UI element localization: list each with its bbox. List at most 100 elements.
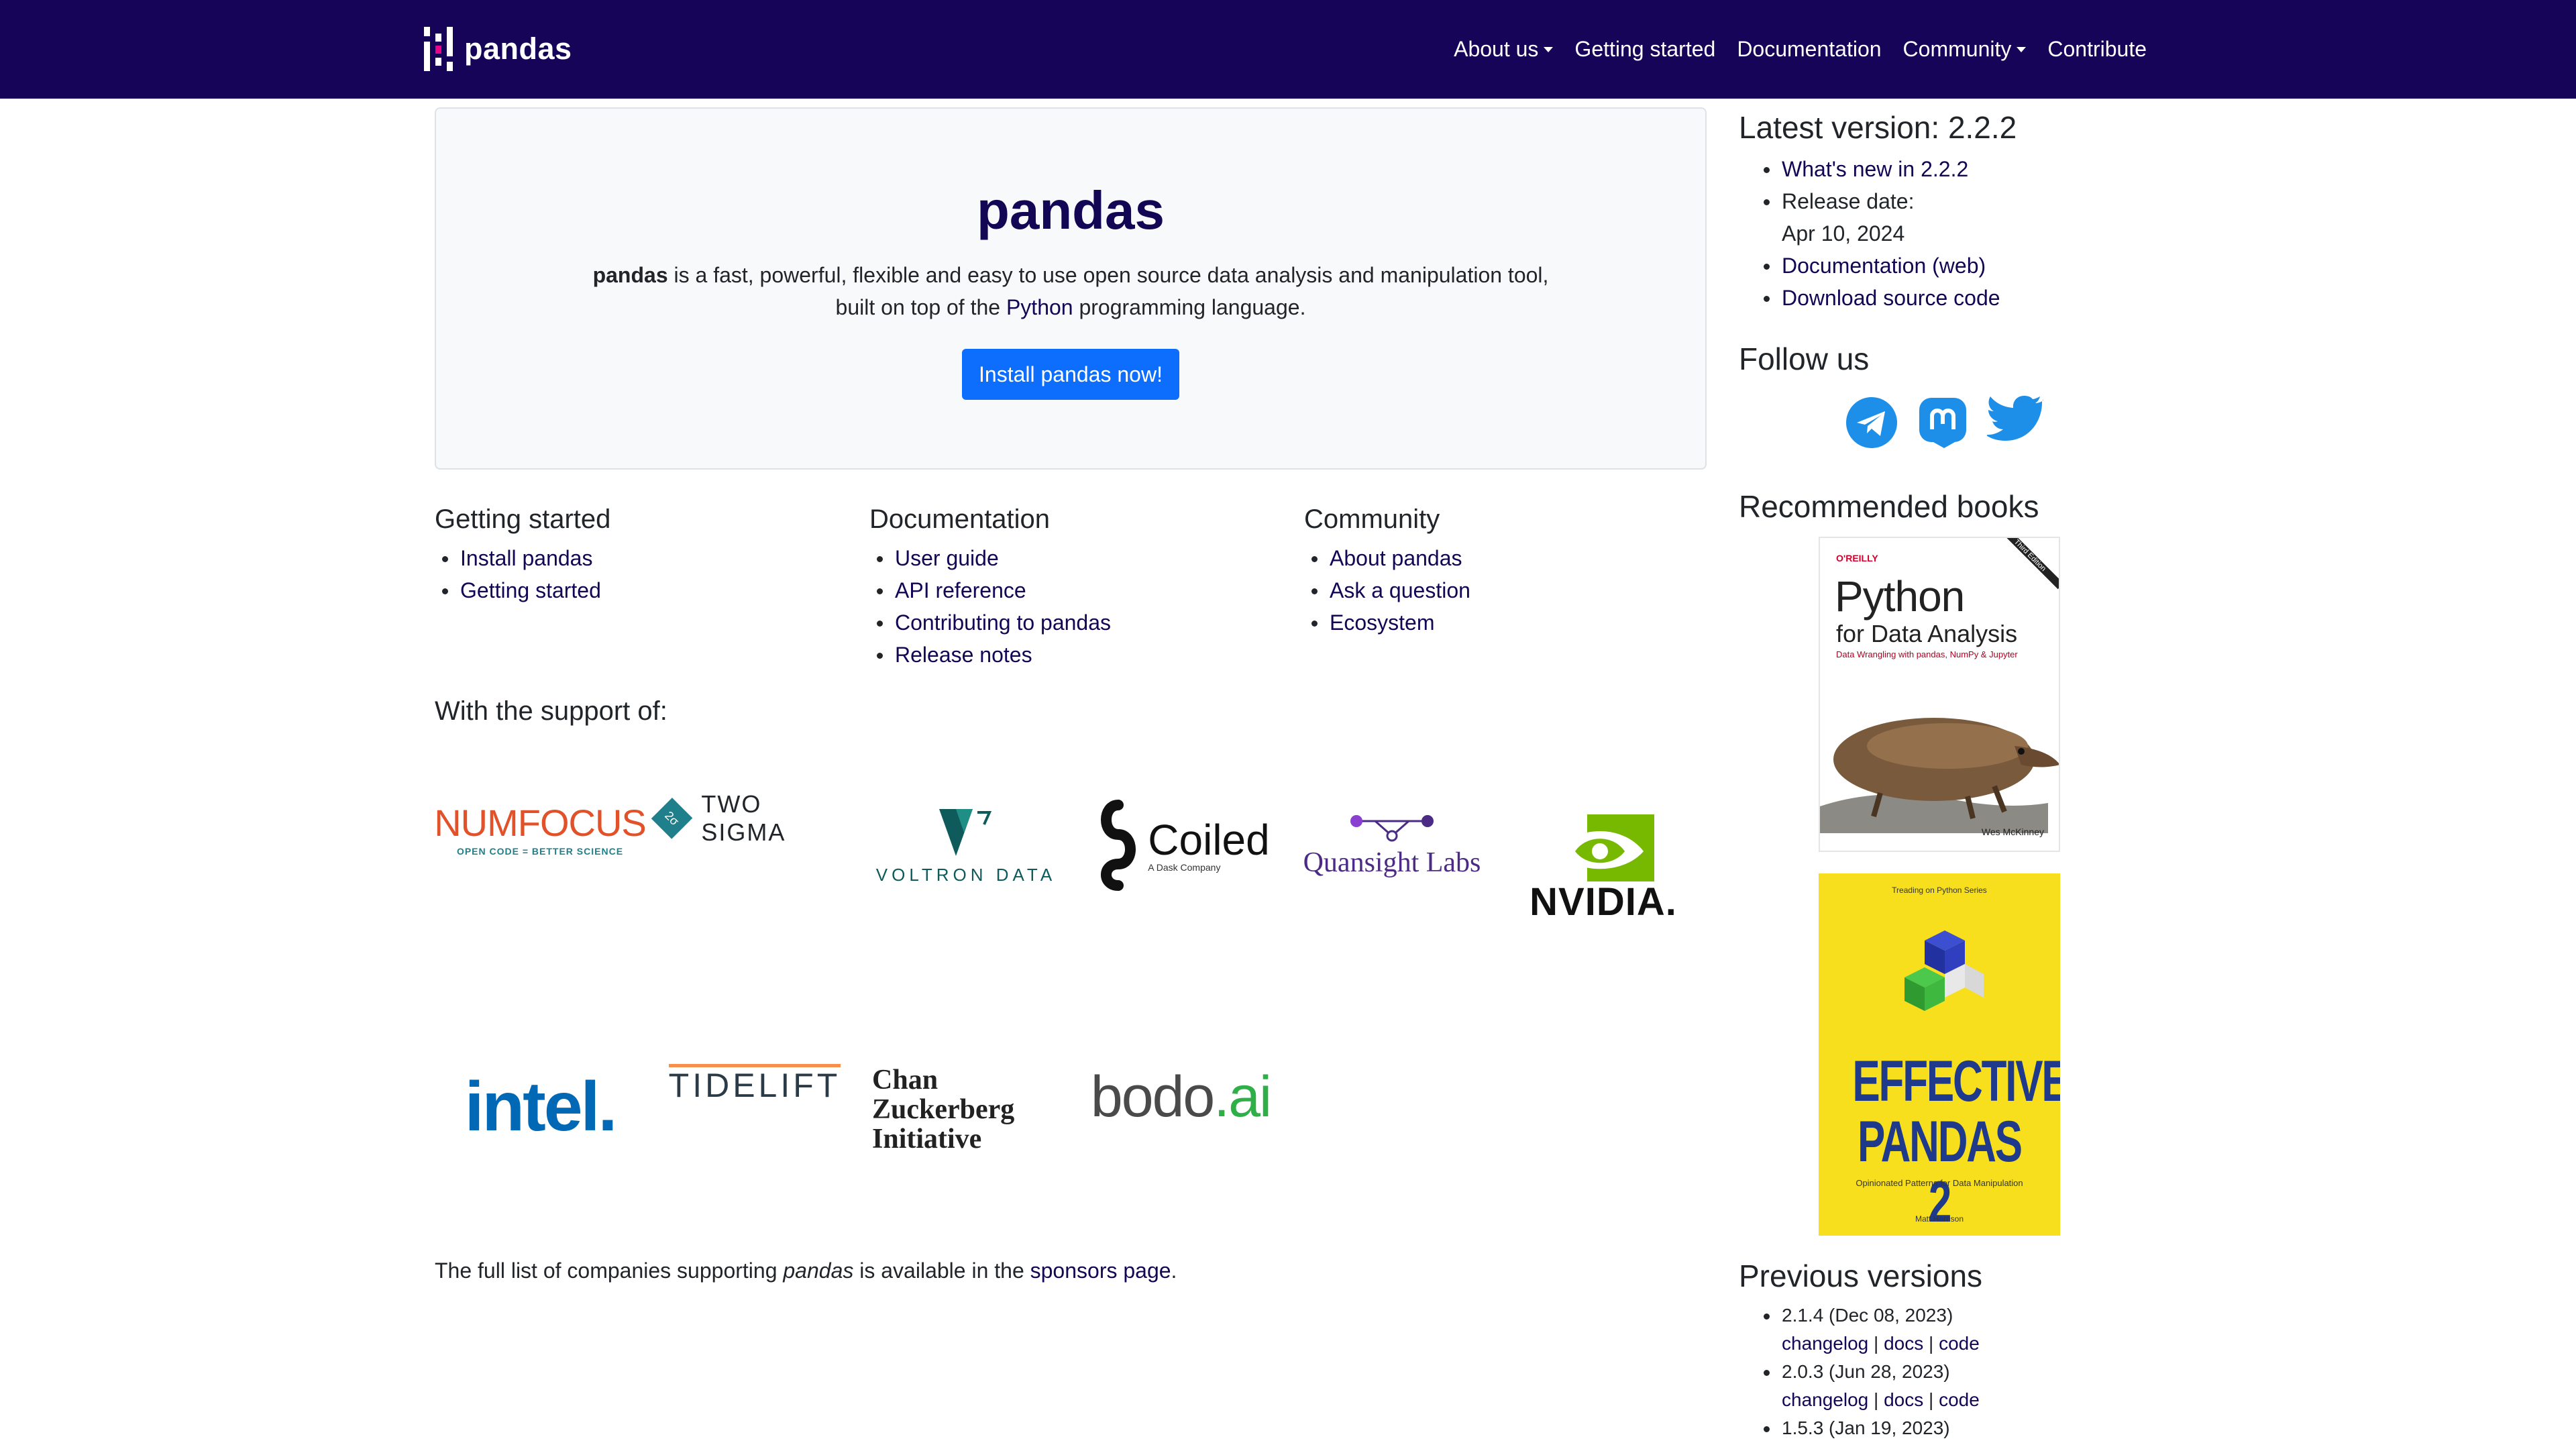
nvidia-logo[interactable]: NVIDIA. [1516,812,1690,926]
mastodon-icon[interactable] [1917,396,1968,453]
social-links [1845,394,2062,453]
python-link[interactable]: Python [1006,295,1073,319]
hero-title: pandas [976,180,1165,240]
section-community: Community About pandas Ask a question Ec… [1304,500,1470,639]
nav-community[interactable]: Community [1903,37,2027,62]
user-guide-link[interactable]: User guide [895,546,999,570]
quansight-labs-logo[interactable]: Quansight Labs [1298,798,1486,892]
api-reference-link[interactable]: API reference [895,578,1026,602]
version-label: 2.0.3 (Jun 28, 2023) [1782,1361,1950,1382]
chevron-down-icon [1544,46,1554,52]
czi-line1: Chan [872,1065,938,1095]
book-author: Wes McKinney [1981,826,2044,837]
chevron-down-icon [2017,46,2027,52]
list-item: Release notes [877,639,1111,671]
book-author: Matt Harrison [1915,1214,1964,1224]
two-sigma-badge-icon: 2σ [651,798,693,839]
czi-line3: Initiative [872,1124,982,1155]
hero-description: pandas is a fast, powerful, flexible and… [592,263,1549,319]
sponsors-page-link[interactable]: sponsors page [1030,1258,1171,1283]
install-pandas-link[interactable]: Install pandas [460,546,592,570]
section-title: Documentation [869,504,1051,534]
list-item: API reference [877,574,1111,606]
bodo-name: bodo [1090,1064,1215,1129]
ask-question-link[interactable]: Ask a question [1330,578,1470,602]
contributing-link[interactable]: Contributing to pandas [895,610,1111,635]
quansight-name: Quansight Labs [1303,847,1481,878]
list-item: Release date: Apr 10, 2024 [1763,185,2017,250]
list-item: User guide [877,542,1111,574]
bodo-ai-suffix: .ai [1214,1064,1272,1129]
ecosystem-link[interactable]: Ecosystem [1330,610,1434,635]
previous-versions-block: Previous versions 2.1.4 (Dec 08, 2023) c… [1739,1256,1982,1442]
changelog-link[interactable]: changelog [1782,1333,1868,1354]
bodo-ai-logo[interactable]: bodo .ai [1083,1060,1278,1134]
recommended-books-title: Recommended books [1739,489,2039,524]
book-publisher: O'REILLY [1836,553,1878,564]
brand-name: pandas [464,32,572,66]
install-pandas-button[interactable]: Install pandas now! [962,349,1179,400]
book-subtitle: Opinionated Patterns for Data Manipulati… [1856,1178,2023,1188]
hero-panel: pandas pandas is a fast, powerful, flexi… [435,107,1707,470]
section-title: Getting started [435,504,611,534]
documentation-web-link[interactable]: Documentation (web) [1782,254,1986,278]
code-link[interactable]: code [1939,1333,1980,1354]
two-sigma-name: TWO SIGMA [701,790,786,846]
download-source-link[interactable]: Download source code [1782,286,2000,310]
two-sigma-logo[interactable]: 2σ TWO SIGMA [651,790,852,846]
book-title-line1: EFFECTIVE [1852,1049,2060,1114]
list-item: Documentation (web) [1763,250,2017,282]
nav-about-us[interactable]: About us [1454,37,1554,62]
support-title: With the support of: [435,696,667,726]
docs-link[interactable]: docs [1884,1333,1923,1354]
book-title-main: Python [1835,572,1965,621]
list-item: 1.5.3 (Jan 19, 2023) [1763,1414,1982,1442]
nvidia-name: NVIDIA. [1529,880,1677,924]
coiled-tagline: A Dask Company [1148,862,1221,873]
list-item: 2.0.3 (Jun 28, 2023) changelog | docs | … [1763,1358,1982,1414]
version-label: 2.1.4 (Dec 08, 2023) [1782,1305,1953,1326]
sponsors-footnote: The full list of companies supporting pa… [435,1258,1177,1283]
tidelift-logo[interactable]: TIDELIFT [657,1060,852,1107]
latest-version-title: Latest version: 2.2.2 [1739,110,2017,145]
docs-link[interactable]: docs [1884,1389,1923,1410]
twitter-icon[interactable] [1985,394,2047,453]
voltron-data-logo[interactable]: VOLTRON DATA [872,798,1060,892]
python-data-analysis-book[interactable]: O'REILLY Third Edition Python for Data A… [1819,537,2060,852]
code-link[interactable]: code [1939,1389,1980,1410]
coiled-mark-icon [1101,800,1136,891]
previous-versions-title: Previous versions [1739,1258,1983,1293]
intel-logo[interactable]: intel. [443,1060,637,1154]
telegram-icon[interactable] [1845,396,1898,453]
book-subtitle: Data Wrangling with pandas, NumPy & Jupy… [1836,649,2018,659]
list-item: What's new in 2.2.2 [1763,153,2017,185]
quansight-network-icon [1350,815,1434,842]
whats-new-link[interactable]: What's new in 2.2.2 [1782,157,1968,181]
effective-pandas-book[interactable]: Treading on Python Series EFFECTIVE PAND… [1819,873,2060,1236]
tidelift-name: TIDELIFT [668,1063,841,1104]
section-title: Community [1304,504,1440,534]
list-item: Install pandas [441,542,610,574]
release-date-label: Release date: [1782,189,1915,213]
brand-link[interactable]: pandas [424,25,572,72]
section-getting-started: Getting started Install pandas Getting s… [435,500,610,606]
list-item: About pandas [1311,542,1470,574]
version-label: 1.5.3 (Jan 19, 2023) [1782,1417,1950,1438]
nav-getting-started[interactable]: Getting started [1574,37,1715,62]
about-pandas-link[interactable]: About pandas [1330,546,1462,570]
nav-documentation[interactable]: Documentation [1737,37,1881,62]
coiled-name: Coiled [1148,816,1270,864]
list-item: Contributing to pandas [877,606,1111,639]
list-item: Ecosystem [1311,606,1470,639]
list-item: Download source code [1763,282,2017,314]
nav-contribute[interactable]: Contribute [2047,37,2147,62]
getting-started-link[interactable]: Getting started [460,578,601,602]
czi-logo[interactable]: Chan Zuckerberg Initiative [872,1064,1046,1155]
coiled-logo[interactable]: Coiled A Dask Company [1083,798,1285,892]
list-item: 2.1.4 (Dec 08, 2023) changelog | docs | … [1763,1301,1982,1358]
top-navbar: pandas About us Getting started Document… [0,0,2576,99]
numfocus-logo[interactable]: NUMFOCUS OPEN CODE = BETTER SCIENCE [434,792,647,865]
cube-blocks-icon [1904,930,1984,1011]
changelog-link[interactable]: changelog [1782,1389,1868,1410]
release-notes-link[interactable]: Release notes [895,643,1032,667]
